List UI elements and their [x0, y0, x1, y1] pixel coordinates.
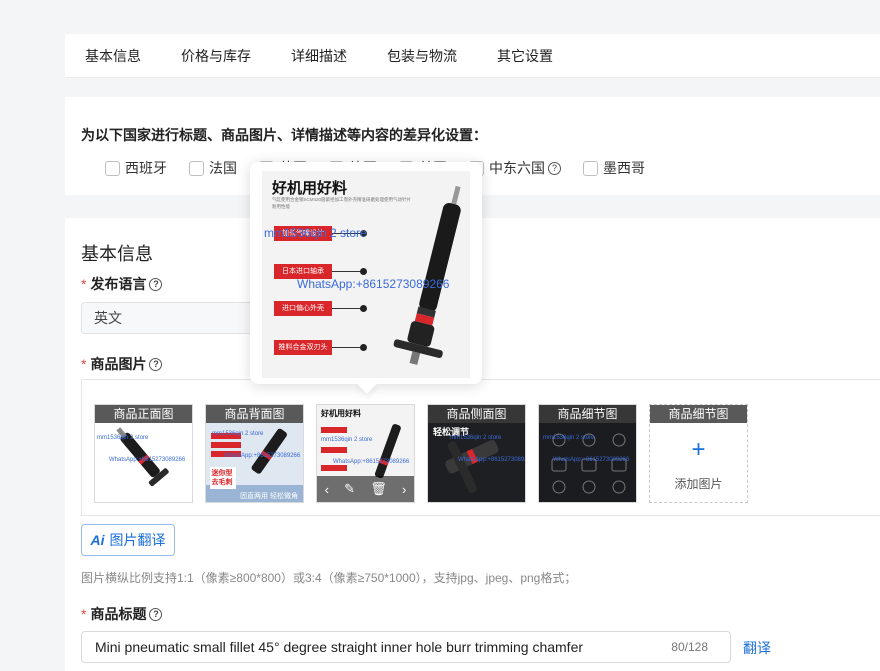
callout-3: 进口偏心外壳: [274, 301, 332, 316]
image-thumb-back[interactable]: 商品背面图 迷你型去毛刺 固直两用 轻松微角 mm1536qin 2 store…: [205, 404, 304, 503]
country-label: 墨西哥: [603, 160, 645, 176]
image-translate-button[interactable]: Ai 图片翻译: [81, 524, 175, 556]
watermark-store: mm1536qin 2 store: [97, 435, 149, 441]
watermark-app: WhatsApp:+8615273089266: [297, 277, 450, 291]
product-title-text: 商品标题: [90, 606, 147, 622]
image-translate-label: 图片翻译: [109, 532, 166, 548]
watermark-app: WhatsApp:+8615273089266: [224, 453, 301, 459]
add-image-button[interactable]: 商品细节图 + 添加图片: [649, 404, 748, 503]
edit-icon[interactable]: ✎: [344, 481, 355, 497]
product-images-box: 商品正面图 mm1536qin 2 store WhatsApp:+861527…: [81, 379, 880, 516]
tab-basic-info[interactable]: 基本信息: [85, 46, 141, 66]
title-char-counter: 80/128: [671, 640, 708, 654]
checkbox-box[interactable]: [105, 160, 120, 176]
back-thumb-badge: 迷你型去毛刺: [211, 470, 233, 486]
delete-icon[interactable]: 🗑: [370, 481, 387, 497]
country-checkbox-france[interactable]: 法国: [189, 158, 237, 178]
add-image-label: 添加图片: [674, 477, 723, 491]
product-images-label: * 商品图片 ?: [81, 354, 163, 374]
product-title-label: * 商品标题 ?: [81, 604, 163, 624]
ai-icon: Ai: [90, 532, 105, 548]
image-format-hint: 图片横纵比例支持1:1（像素≥800*800）或3:4（像素≥750*1000）…: [81, 571, 577, 585]
watermark-app: WhatsApp:+8615273089266: [458, 457, 525, 463]
tab-price-stock[interactable]: 价格与库存: [181, 46, 251, 66]
watermark-app: WhatsApp:+8615273089266: [333, 459, 410, 465]
move-left-icon[interactable]: ‹: [325, 482, 329, 497]
title-translate-link[interactable]: 翻译: [743, 638, 771, 658]
thumb-action-bar: ‹ ✎ 🗑 ›: [317, 476, 414, 502]
callout-dot: [360, 344, 367, 351]
image-preview-popover: 好机用好料 气缸使用合金钢SCM420圆紧经加工而外壳精准研磨处理使用气动针片耐…: [250, 162, 482, 394]
product-title-value: Mini pneumatic small fillet 45° degree s…: [95, 639, 584, 655]
publish-language-label: * 发布语言 ?: [81, 274, 163, 294]
required-mark: *: [81, 606, 87, 622]
thumb-heading: 好机用好料: [321, 409, 361, 418]
watermark-app: WhatsApp:+8615273089266: [553, 457, 630, 463]
preview-image: 好机用好料 气缸使用合金钢SCM420圆紧经加工而外壳精准研磨处理使用气动针片耐…: [262, 171, 470, 378]
publish-language-text: 发布语言: [90, 276, 147, 292]
required-mark: *: [81, 356, 87, 372]
image-thumb-detail[interactable]: 商品细节图 mm1536qin 2 store WhatsApp:+861527…: [538, 404, 637, 503]
tab-bar: 基本信息 价格与库存 详细描述 包装与物流 其它设置: [65, 34, 880, 78]
callout-dot: [360, 268, 367, 275]
callout-dot: [360, 305, 367, 312]
thumb-tag: 商品背面图: [206, 405, 303, 423]
checkbox-box[interactable]: [583, 160, 598, 176]
help-icon[interactable]: ?: [149, 277, 163, 291]
callout-line: [332, 347, 362, 348]
product-title-input[interactable]: Mini pneumatic small fillet 45° degree s…: [81, 631, 731, 663]
thumb-tag: 商品细节图: [539, 405, 636, 423]
thumb-tag: 商品细节图: [650, 405, 747, 423]
tab-other-settings[interactable]: 其它设置: [497, 46, 553, 66]
help-icon[interactable]: ?: [548, 161, 561, 175]
move-right-icon[interactable]: ›: [402, 482, 406, 497]
tab-packaging[interactable]: 包装与物流: [387, 46, 457, 66]
required-mark: *: [81, 276, 87, 292]
checkbox-box[interactable]: [189, 160, 204, 176]
image-thumb-side[interactable]: 商品侧面图 轻松调节 mm1536qin 2 store WhatsApp:+8…: [427, 404, 526, 503]
help-icon[interactable]: ?: [149, 607, 163, 621]
country-checkbox-mexico[interactable]: 墨西哥: [583, 158, 645, 178]
callout-4: 推料合金双刃头: [274, 340, 332, 355]
watermark-store: mm1536qin 2 store: [264, 226, 367, 240]
product-images-text: 商品图片: [90, 356, 147, 372]
watermark-store: mm1536qin 2 store: [543, 435, 595, 441]
help-icon[interactable]: ?: [149, 357, 163, 371]
country-settings-title: 为以下国家进行标题、商品图片、详情描述等内容的差异化设置：: [81, 127, 487, 143]
plus-icon: +: [691, 436, 706, 463]
country-checkbox-middle-east[interactable]: 中东六国?: [469, 158, 561, 178]
watermark-store: mm1536qin 2 store: [450, 435, 502, 441]
watermark-store: mm1536qin 2 store: [212, 431, 264, 437]
thumb-tag: 商品正面图: [95, 405, 192, 423]
callout-line: [332, 308, 362, 309]
back-thumb-caption: 固直两用 轻松微角: [240, 493, 298, 500]
country-label: 西班牙: [125, 160, 167, 176]
thumb-tag: 商品侧面图: [428, 405, 525, 423]
country-checkbox-spain[interactable]: 西班牙: [105, 158, 167, 178]
callout-line: [332, 271, 362, 272]
watermark-store: mm1536qin 2 store: [321, 437, 373, 443]
section-title: 基本信息: [81, 244, 153, 264]
watermark-app: WhatsApp:+8615273089266: [109, 457, 186, 463]
image-thumb-hovered[interactable]: 好机用好料 mm1536qin 2 store WhatsApp:+861527…: [316, 404, 415, 503]
country-label: 中东六国: [489, 160, 545, 176]
tab-description[interactable]: 详细描述: [291, 46, 347, 66]
country-label: 法国: [209, 160, 237, 176]
image-thumb-front[interactable]: 商品正面图 mm1536qin 2 store WhatsApp:+861527…: [94, 404, 193, 503]
